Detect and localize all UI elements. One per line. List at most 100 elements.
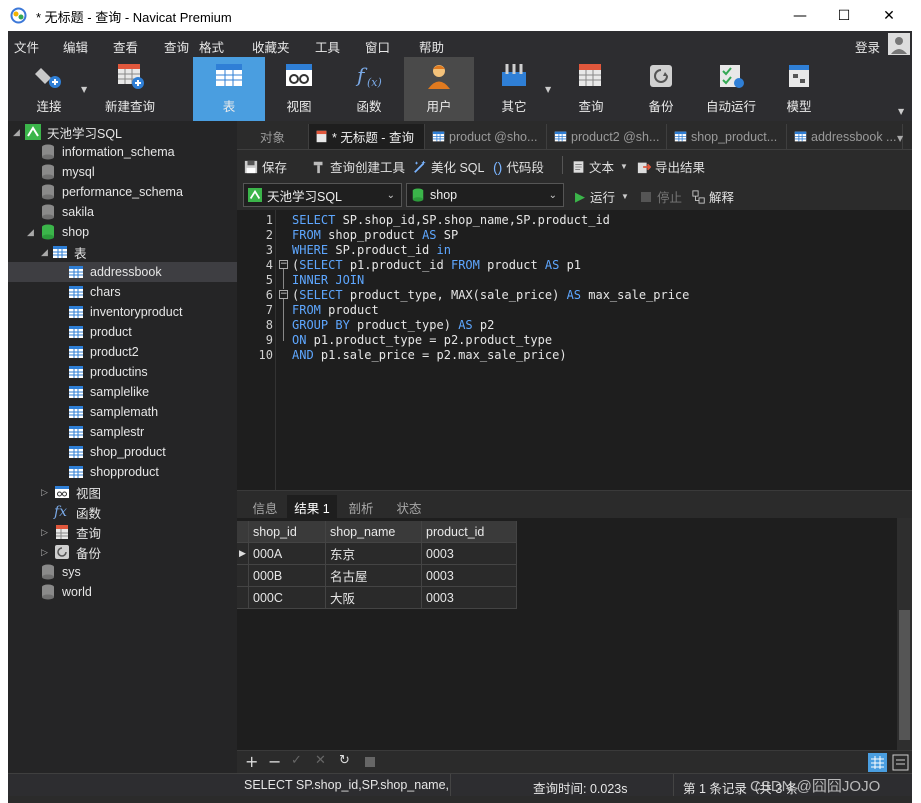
column-header-shop-id[interactable]: shop_id [249, 521, 326, 543]
toolbar-more-icon[interactable]: ▼ [898, 107, 904, 116]
explain-button[interactable]: 解释 [692, 187, 734, 206]
delete-record-icon[interactable]: − [268, 752, 281, 771]
row-header[interactable] [237, 587, 249, 609]
collapse-icon[interactable]: ◢ [27, 227, 34, 238]
stop-icon[interactable] [365, 757, 375, 767]
save-button[interactable]: 保存 [244, 157, 287, 176]
query-builder-button[interactable]: 查询创建工具 [312, 157, 405, 176]
add-record-icon[interactable]: + [245, 752, 258, 771]
tab-status[interactable]: 状态 [387, 495, 431, 519]
tab-addressbook[interactable]: addressbook ... [788, 124, 903, 149]
tab-product2[interactable]: product2 @sh... [548, 124, 667, 149]
stop-button[interactable]: 停止 [641, 187, 682, 206]
grid-scrollbar-thumb[interactable] [899, 610, 910, 740]
table-cell[interactable]: 000B [249, 565, 326, 587]
others-button[interactable]: 其它 [478, 57, 550, 121]
tree-table-samplemath[interactable]: samplemath [8, 402, 237, 422]
grid-view-icon[interactable] [868, 753, 887, 772]
menu-tools[interactable]: 工具 [315, 37, 340, 56]
tree-database-world[interactable]: world [8, 582, 237, 602]
query-button[interactable]: 查询 [558, 57, 624, 121]
tree-connection[interactable]: ◢ 天池学习SQL [8, 122, 237, 142]
tree-queries[interactable]: ▷ 查询 [8, 522, 237, 542]
beautify-sql-button[interactable]: 美化 SQL [413, 157, 485, 176]
menu-view[interactable]: 查看 [113, 37, 138, 56]
tree-table-samplestr[interactable]: samplestr [8, 422, 237, 442]
tree-database-mysql[interactable]: mysql [8, 162, 237, 182]
tree-table-productins[interactable]: productins [8, 362, 237, 382]
tab-profile[interactable]: 剖析 [339, 495, 383, 519]
run-dropdown-icon[interactable]: ▼ [621, 192, 629, 201]
login-link[interactable]: 登录 [855, 37, 880, 56]
code-snippet-button[interactable]: () 代码段 [493, 157, 544, 176]
tree-database-performance-schema[interactable]: performance_schema [8, 182, 237, 202]
tree-table-shopproduct[interactable]: shopproduct [8, 462, 237, 482]
apply-icon[interactable]: ✓ [291, 753, 302, 768]
expand-icon[interactable]: ▷ [41, 527, 48, 538]
table-cell[interactable]: 0003 [422, 587, 517, 609]
menu-query[interactable]: 查询 [164, 37, 189, 56]
tab-info[interactable]: 信息 [245, 495, 285, 519]
tab-objects[interactable]: 对象 [237, 124, 309, 149]
menu-help[interactable]: 帮助 [419, 37, 444, 56]
text-dropdown-icon[interactable]: ▼ [620, 162, 628, 171]
fold-icon[interactable]: − [279, 290, 288, 299]
tree-tables-group[interactable]: ◢ 表 [8, 242, 237, 262]
model-button[interactable]: 模型 [768, 57, 830, 121]
auto-run-button[interactable]: 自动运行 [698, 57, 764, 121]
menu-window[interactable]: 窗口 [365, 37, 390, 56]
user-button[interactable]: 用户 [404, 57, 474, 121]
collapse-icon[interactable]: ◢ [41, 247, 48, 258]
connect-button[interactable]: 连接 [20, 57, 78, 121]
tree-database-shop[interactable]: ◢ shop [8, 222, 237, 242]
export-result-button[interactable]: 导出结果 [637, 157, 705, 176]
tree-table-product[interactable]: product [8, 322, 237, 342]
tree-table-product2[interactable]: product2 [8, 342, 237, 362]
row-header[interactable] [237, 565, 249, 587]
table-cell[interactable]: 0003 [422, 543, 517, 565]
table-cell[interactable]: 000A [249, 543, 326, 565]
view-button[interactable]: 视图 [266, 57, 332, 121]
menu-file[interactable]: 文件 [14, 37, 39, 56]
tree-table-chars[interactable]: chars [8, 282, 237, 302]
collapse-icon[interactable]: ◢ [13, 127, 20, 138]
expand-icon[interactable]: ▷ [41, 547, 48, 558]
menu-favorites[interactable]: 收藏夹 [252, 37, 290, 56]
connection-select[interactable]: 天池学习SQL ⌄ [243, 183, 402, 207]
row-header[interactable]: ▶ [237, 543, 249, 565]
text-button[interactable]: 文本 ▼ [572, 157, 628, 176]
maximize-button[interactable]: ☐ [821, 0, 867, 31]
table-cell[interactable]: 0003 [422, 565, 517, 587]
form-view-icon[interactable] [892, 753, 909, 772]
menu-edit[interactable]: 编辑 [63, 37, 88, 56]
others-dropdown-icon[interactable]: ▼ [545, 85, 551, 94]
connect-dropdown-icon[interactable]: ▼ [81, 85, 87, 94]
tree-table-addressbook[interactable]: addressbook [8, 262, 237, 282]
tab-shop-product[interactable]: shop_product... [668, 124, 787, 149]
table-cell[interactable]: 名古屋 [326, 565, 422, 587]
tree-table-samplelike[interactable]: samplelike [8, 382, 237, 402]
table-cell[interactable]: 大阪 [326, 587, 422, 609]
tab-result-1[interactable]: 结果 1 [287, 495, 337, 519]
discard-icon[interactable]: ✕ [315, 753, 326, 768]
menu-format[interactable]: 格式 [199, 37, 224, 56]
tree-database-sys[interactable]: sys [8, 562, 237, 582]
tree-database-sakila[interactable]: sakila [8, 202, 237, 222]
tree-backups[interactable]: ▷ 备份 [8, 542, 237, 562]
table-button[interactable]: 表 [193, 57, 265, 121]
user-avatar-icon[interactable] [888, 33, 910, 55]
tree-views[interactable]: ▷ 视图 [8, 482, 237, 502]
column-header-product-id[interactable]: product_id [422, 521, 517, 543]
table-cell[interactable]: 000C [249, 587, 326, 609]
run-button[interactable]: ▶ 运行 ▼ [575, 187, 629, 206]
tab-untitled-query[interactable]: * 无标题 - 查询 [309, 124, 425, 149]
new-query-button[interactable]: 新建查询 [94, 57, 166, 121]
column-header-shop-name[interactable]: shop_name [326, 521, 422, 543]
close-button[interactable]: ✕ [866, 0, 912, 31]
database-select[interactable]: shop ⌄ [406, 183, 564, 207]
expand-icon[interactable]: ▷ [41, 487, 48, 498]
tree-table-inventoryproduct[interactable]: inventoryproduct [8, 302, 237, 322]
tab-product[interactable]: product @sho... [426, 124, 547, 149]
refresh-icon[interactable]: ↻ [339, 753, 350, 768]
tree-database-information-schema[interactable]: information_schema [8, 142, 237, 162]
